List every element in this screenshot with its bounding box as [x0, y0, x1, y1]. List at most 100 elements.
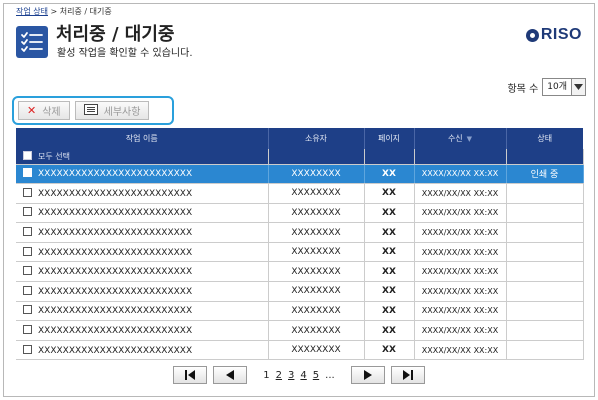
logo-mark-icon: [525, 28, 539, 42]
item-count-select[interactable]: 10개: [542, 78, 586, 96]
breadcrumb: 작업 상태 > 처리중 / 대기중: [16, 6, 112, 17]
owner-cell: XXXXXXXX: [268, 281, 365, 302]
last-page-button[interactable]: [390, 366, 425, 384]
table-header: 작업 이름 소유자 페이지 수신 ▼ 상태: [16, 128, 583, 149]
pages-cell: XX: [364, 261, 415, 283]
job-name-cell: XXXXXXXXXXXXXXXXXXXXXXXXX: [16, 320, 269, 341]
received-cell: XXXX/XX/XX XX:XX: [414, 301, 507, 322]
first-page-icon: [184, 370, 196, 380]
next-page-icon: [363, 370, 373, 380]
status-cell: [506, 183, 584, 204]
pages-cell: XX: [364, 203, 415, 224]
close-icon: ✕: [27, 104, 37, 117]
pages-cell: XX: [364, 301, 415, 322]
pages-cell: XX: [364, 320, 415, 341]
next-page-button[interactable]: [350, 366, 385, 384]
job-name-cell: XXXXXXXXXXXXXXXXXXXXXXXXX: [16, 222, 269, 243]
page-link[interactable]: 5: [313, 370, 319, 381]
owner-cell: XXXXXXXX: [268, 183, 365, 204]
table-row[interactable]: XXXXXXXXXXXXXXXXXXXXXXXXX XXXXXXXX XX XXXX/…: [16, 340, 584, 361]
more-pages-ellipsis: ...: [325, 369, 335, 381]
status-cell: [506, 242, 584, 263]
pages-cell: XX: [364, 340, 415, 361]
row-checkbox[interactable]: [23, 285, 32, 295]
received-cell: XXXX/XX/XX XX:XX: [414, 183, 507, 204]
table-row[interactable]: XXXXXXXXXXXXXXXXXXXXXXXXX XXXXXXXX XX XXXX/…: [16, 203, 584, 224]
prev-page-button[interactable]: [213, 366, 248, 384]
details-button[interactable]: 세부사항: [74, 101, 150, 120]
column-header-pages[interactable]: 페이지: [364, 128, 415, 149]
table-row[interactable]: XXXXXXXXXXXXXXXXXXXXXXXXX XXXXXXXX XX XXXX/…: [16, 242, 584, 263]
pages-cell: XX: [364, 242, 415, 263]
received-cell: XXXX/XX/XX XX:XX: [414, 340, 507, 361]
table-row[interactable]: XXXXXXXXXXXXXXXXXXXXXXXXX XXXXXXXX XX XXXX/…: [16, 222, 584, 243]
row-checkbox[interactable]: [23, 344, 32, 354]
row-checkbox[interactable]: [23, 305, 32, 315]
row-checkbox[interactable]: [23, 207, 32, 217]
job-name-cell: XXXXXXXXXXXXXXXXXXXXXXXXX: [16, 281, 269, 302]
select-all-checkbox[interactable]: [23, 150, 32, 160]
job-name: XXXXXXXXXXXXXXXXXXXXXXXXX: [38, 286, 193, 297]
job-name-cell: XXXXXXXXXXXXXXXXXXXXXXXXX: [16, 261, 269, 283]
chevron-down-icon: [571, 79, 585, 95]
job-name-cell: XXXXXXXXXXXXXXXXXXXXXXXXX: [16, 164, 269, 185]
page-link[interactable]: 2: [276, 370, 282, 381]
column-header-job-name[interactable]: 작업 이름: [16, 128, 269, 149]
job-name: XXXXXXXXXXXXXXXXXXXXXXXXX: [38, 345, 193, 356]
table-row[interactable]: XXXXXXXXXXXXXXXXXXXXXXXXX XXXXXXXX XX XXXX/…: [16, 320, 584, 341]
row-checkbox[interactable]: [23, 168, 32, 178]
prev-page-icon: [225, 370, 235, 380]
pages-cell: XX: [364, 164, 415, 185]
first-page-button[interactable]: [173, 366, 208, 384]
owner-cell: XXXXXXXX: [268, 340, 365, 361]
received-cell: XXXX/XX/XX XX:XX: [414, 261, 507, 283]
job-name: XXXXXXXXXXXXXXXXXXXXXXXXX: [38, 326, 193, 337]
table-row[interactable]: XXXXXXXXXXXXXXXXXXXXXXXXX XXXXXXXX XX XXXX/…: [16, 281, 584, 302]
item-count-value: 10개: [547, 82, 567, 92]
row-checkbox[interactable]: [23, 266, 32, 276]
job-name: XXXXXXXXXXXXXXXXXXXXXXXXX: [38, 169, 193, 180]
owner-cell: XXXXXXXX: [268, 242, 365, 263]
table-row[interactable]: XXXXXXXXXXXXXXXXXXXXXXXXX XXXXXXXX XX XXXX/…: [16, 301, 584, 322]
column-header-owner[interactable]: 소유자: [268, 128, 365, 149]
table-row[interactable]: XXXXXXXXXXXXXXXXXXXXXXXXX XXXXXXXX XX XXXX/…: [16, 183, 584, 204]
sort-down-icon: ▼: [466, 135, 473, 143]
row-checkbox[interactable]: [23, 187, 32, 197]
current-page: 1: [263, 369, 270, 381]
job-name: XXXXXXXXXXXXXXXXXXXXXXXXX: [38, 208, 193, 219]
table-row[interactable]: XXXXXXXXXXXXXXXXXXXXXXXXX XXXXXXXX XX XXXX/…: [16, 164, 584, 185]
column-header-status[interactable]: 상태: [506, 128, 583, 149]
page-link[interactable]: 4: [300, 370, 306, 381]
job-name-cell: XXXXXXXXXXXXXXXXXXXXXXXXX: [16, 203, 269, 224]
table-row[interactable]: XXXXXXXXXXXXXXXXXXXXXXXXX XXXXXXXX XX XXXX/…: [16, 261, 584, 283]
status-cell: [506, 320, 584, 341]
received-header-label: 수신: [447, 134, 463, 143]
job-table: 작업 이름 소유자 페이지 수신 ▼ 상태 모두 선택 XXXXXXXXXXXXX…: [16, 128, 584, 361]
column-header-received[interactable]: 수신 ▼: [414, 128, 507, 149]
received-cell: XXXX/XX/XX XX:XX: [414, 320, 507, 341]
action-toolbar: ✕ 삭제 세부사항: [12, 96, 174, 125]
pagination: 1 2 3 4 5 ...: [0, 366, 598, 384]
owner-cell: XXXXXXXX: [268, 320, 365, 341]
status-cell: [506, 261, 584, 283]
status-cell: [506, 340, 584, 361]
page-numbers: 1 2 3 4 5 ...: [263, 370, 334, 381]
list-check-icon: [16, 26, 48, 58]
row-checkbox[interactable]: [23, 246, 32, 256]
received-cell: XXXX/XX/XX XX:XX: [414, 203, 507, 224]
status-cell: [506, 203, 584, 224]
owner-cell: XXXXXXXX: [268, 261, 365, 283]
status-cell: [506, 301, 584, 322]
received-cell: XXXX/XX/XX XX:XX: [414, 222, 507, 243]
job-name: XXXXXXXXXXXXXXXXXXXXXXXXX: [38, 247, 193, 258]
pages-cell: XX: [364, 222, 415, 243]
page-link[interactable]: 3: [288, 370, 294, 381]
delete-button[interactable]: ✕ 삭제: [18, 101, 70, 120]
breadcrumb-current: 처리중 / 대기중: [59, 7, 112, 16]
row-checkbox[interactable]: [23, 227, 32, 237]
breadcrumb-job-status-link[interactable]: 작업 상태: [16, 7, 48, 16]
row-checkbox[interactable]: [23, 325, 32, 335]
details-icon: [83, 103, 98, 118]
owner-cell: XXXXXXXX: [268, 222, 365, 243]
logo-text: RISO: [540, 26, 582, 43]
